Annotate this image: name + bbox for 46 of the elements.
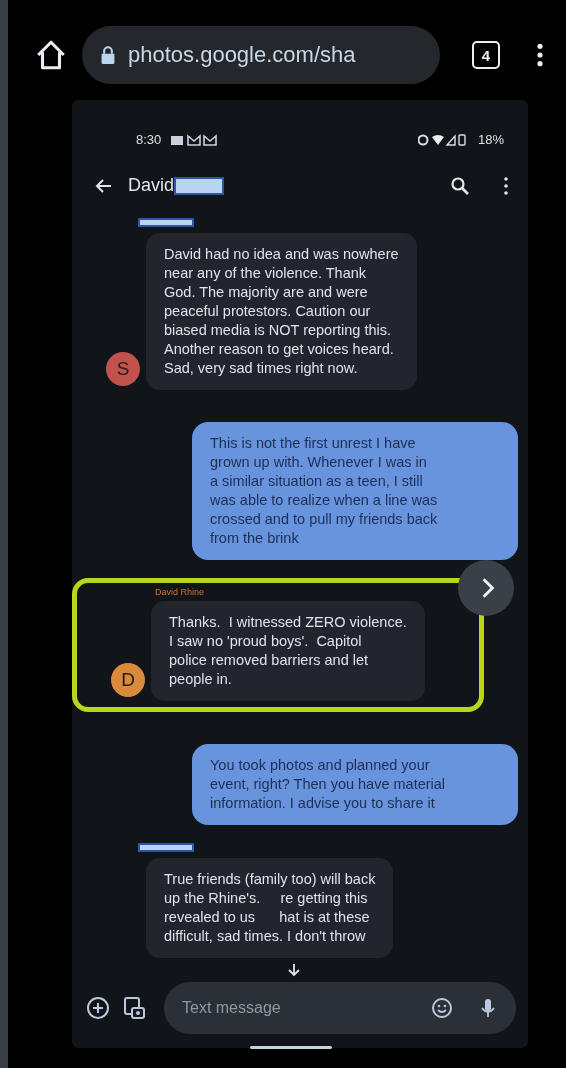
message-line: biased media is NOT reporting this. — [164, 321, 392, 340]
search-icon[interactable] — [450, 175, 470, 196]
message-line: a similar situation as a teen, I still — [210, 472, 424, 491]
signal-icons — [417, 133, 468, 146]
status-time: 8:30 — [136, 132, 162, 147]
message-line: information. I advise you to share it — [210, 794, 436, 813]
next-button[interactable] — [458, 560, 514, 616]
message-line: was able to realize when a line was — [210, 491, 439, 510]
message-line: Another reason to get voices heard. — [164, 340, 395, 359]
message-line: from the brink — [210, 529, 300, 548]
message-line: event, right? Then you have material — [210, 775, 447, 794]
sender-name: David Rhine — [155, 587, 206, 597]
chevron-icon — [481, 577, 495, 599]
message-line: I saw no 'proud boys'. Capitol — [169, 632, 363, 651]
message-line: True friends (family too) will back — [164, 870, 376, 889]
message-line: God. The majority are and were — [164, 283, 369, 302]
notification-icons — [171, 133, 218, 146]
message-line: peaceful protestors. Caution our — [164, 302, 372, 321]
emoji-icon[interactable] — [430, 996, 454, 1020]
message-line: This is not the first unrest I have — [210, 434, 417, 453]
menu-icon[interactable] — [536, 42, 544, 68]
message-line: David had no idea and was nowhere — [164, 245, 399, 264]
message-line: difficult, sad times. I don't throw — [164, 927, 367, 946]
lock-icon — [100, 46, 116, 64]
redaction-bar — [174, 176, 225, 195]
battery-level: 18% — [477, 132, 504, 147]
contact-name: David — [128, 175, 175, 196]
message-line: crossed and to pull my friends back — [210, 510, 439, 529]
message-line: Thanks. I witnessed ZERO violence. — [169, 613, 407, 632]
more-icon[interactable] — [504, 175, 508, 196]
message-line: people in. — [169, 670, 233, 689]
add-icon[interactable] — [86, 996, 110, 1020]
message-line: up the Rhine's. re getting this — [164, 889, 369, 908]
message-line: police removed barriers and let — [169, 651, 370, 670]
gallery-icon[interactable] — [122, 996, 146, 1020]
message-line: revealed to us hat is at these — [164, 908, 371, 927]
avatar: S — [106, 352, 140, 386]
address-bar[interactable]: photos.google.com/sha — [82, 26, 440, 84]
message-input[interactable]: Text message — [180, 998, 408, 1018]
tab-count-button[interactable]: 4 — [472, 41, 500, 69]
avatar: D — [111, 663, 145, 697]
message-line: Sad, very sad times right now. — [164, 359, 359, 378]
message-line: near any of the violence. Thank — [164, 264, 368, 283]
scroll-down-icon[interactable] — [286, 962, 302, 978]
message-line: You took photos and planned your — [210, 756, 431, 775]
message-line: grown up with. Whenever I was in — [210, 453, 428, 472]
